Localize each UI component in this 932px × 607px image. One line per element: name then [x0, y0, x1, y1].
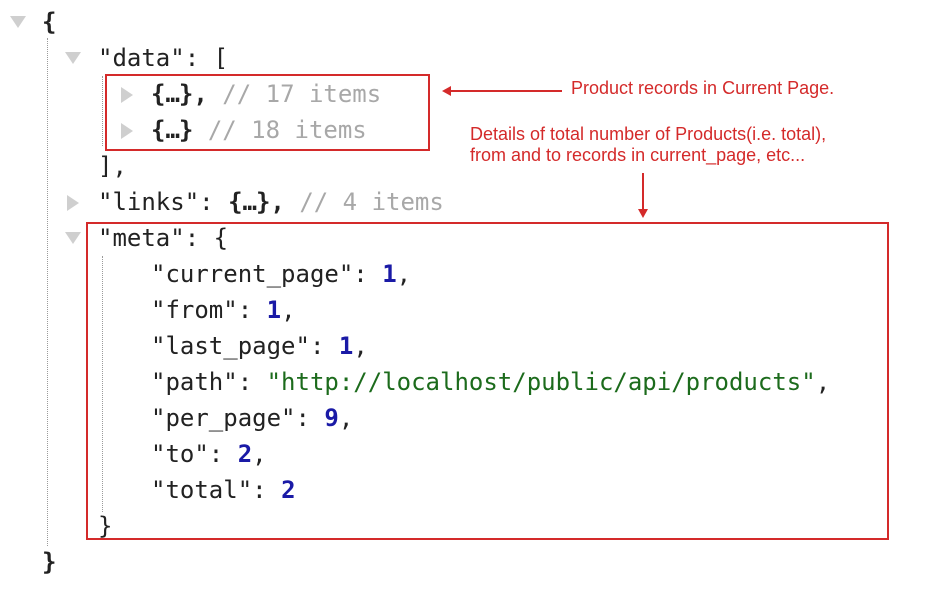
data-note-arrow-line: [450, 90, 562, 92]
links-ellipsis[interactable]: …: [243, 188, 257, 216]
data-annotation-text: Product records in Current Page.: [571, 78, 835, 98]
root-close-brace: }: [42, 548, 57, 576]
data-note-arrowhead: [442, 86, 451, 96]
meta-highlight-box: [86, 222, 889, 540]
links-close: },: [255, 188, 285, 216]
links-expand-toggle[interactable]: [67, 195, 79, 211]
data-key: "data": [98, 44, 185, 72]
meta-collapse-toggle[interactable]: [65, 232, 81, 244]
root-indent-guide: [47, 38, 48, 546]
links-colon: :: [199, 188, 229, 216]
meta-note-arrow-line: [642, 173, 644, 211]
links-key: "links": [98, 188, 200, 216]
root-open-brace: {: [42, 8, 57, 36]
data-collapse-toggle[interactable]: [65, 52, 81, 64]
data-indent-guide: [102, 76, 103, 146]
links-open: {: [228, 188, 243, 216]
links-node-line[interactable]: "links": {…}, // 4 items: [98, 187, 444, 217]
data-colon-open: : [: [184, 44, 229, 72]
root-collapse-toggle[interactable]: [10, 16, 26, 28]
links-comment: // 4 items: [299, 188, 444, 216]
data-close-bracket: ],: [98, 152, 127, 180]
data-items-highlight-box: [105, 74, 430, 151]
meta-annotation-text-line1: Details of total number of Products(i.e.…: [470, 124, 827, 144]
meta-annotation-text-line2: from and to records in current_page, etc…: [470, 145, 806, 165]
data-node-line: "data": [: [98, 43, 228, 73]
meta-note-arrowhead: [638, 209, 648, 218]
